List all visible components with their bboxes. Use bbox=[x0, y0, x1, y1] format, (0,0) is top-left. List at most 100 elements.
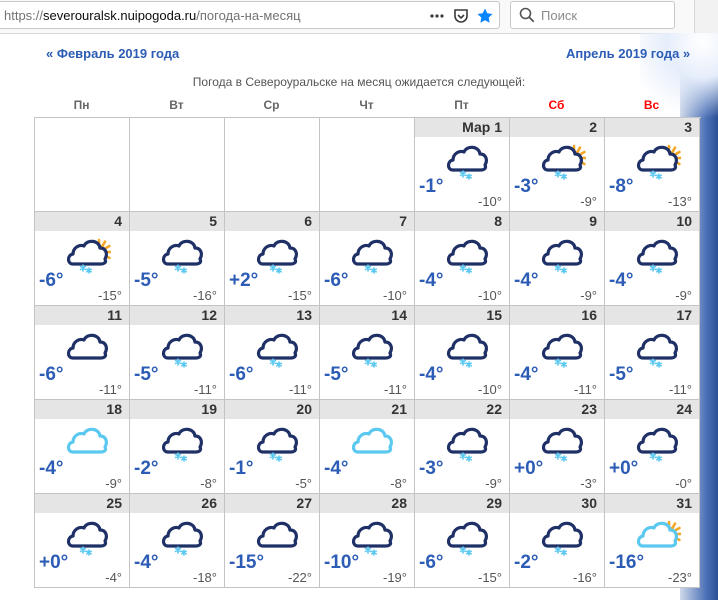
day-number: 18 bbox=[106, 401, 122, 417]
day-number: 17 bbox=[676, 307, 692, 323]
day-cell-header: 31 bbox=[605, 494, 699, 513]
day-temperature: -6° bbox=[39, 364, 64, 385]
day-temperature: -2° bbox=[514, 552, 539, 573]
day-cell: 2 -3° -9° bbox=[510, 118, 605, 212]
day-cell: 15 -4° -10° bbox=[415, 306, 510, 400]
url-text[interactable]: https://severouralsk.nuipogoda.ru/погода… bbox=[4, 8, 301, 23]
day-cell-header: 24 bbox=[605, 400, 699, 419]
day-cell: 18 -4° -9° bbox=[35, 400, 130, 494]
cloud-snow-icon bbox=[158, 516, 206, 556]
day-cell-header: 30 bbox=[510, 494, 604, 513]
day-temperature: -10° bbox=[324, 552, 360, 573]
address-bar[interactable]: https://severouralsk.nuipogoda.ru/погода… bbox=[0, 1, 500, 29]
day-cell: 30 -2° -16° bbox=[510, 494, 605, 588]
day-number: 26 bbox=[201, 495, 217, 511]
day-cell-header: 6 bbox=[225, 212, 319, 231]
cloud-snow-icon bbox=[63, 516, 111, 556]
bookmark-star-icon[interactable] bbox=[476, 7, 494, 25]
cloud-snow-icon bbox=[158, 234, 206, 274]
day-temperature: -4° bbox=[39, 458, 64, 479]
day-cell-header: 18 bbox=[35, 400, 129, 419]
day-cell-header: 10 bbox=[605, 212, 699, 231]
day-number: 29 bbox=[486, 495, 502, 511]
cloud-snow-icon bbox=[158, 422, 206, 462]
cloud-snow-icon bbox=[443, 140, 491, 180]
day-cell: 4 -6° -15° bbox=[35, 212, 130, 306]
day-number: 6 bbox=[304, 213, 312, 229]
day-cell-header: 11 bbox=[35, 306, 129, 325]
weekday-label: Пт bbox=[454, 98, 469, 112]
day-number: 30 bbox=[581, 495, 597, 511]
day-number: 14 bbox=[391, 307, 407, 323]
day-cell: 31 -16° -23° bbox=[605, 494, 700, 588]
day-temperature: -6° bbox=[324, 270, 349, 291]
empty-day-cell bbox=[130, 118, 225, 212]
day-temperature: -6° bbox=[39, 270, 64, 291]
day-cell: 10 -4° -9° bbox=[605, 212, 700, 306]
day-temperature: -4° bbox=[324, 458, 349, 479]
page-actions-icon[interactable] bbox=[428, 7, 446, 25]
day-cell: Мар 1 -1° -10° bbox=[415, 118, 510, 212]
day-cell-header: 3 bbox=[605, 118, 699, 137]
pocket-icon[interactable] bbox=[452, 7, 470, 25]
day-cell: 27 -15° -22° bbox=[225, 494, 320, 588]
cloud-snow-icon bbox=[158, 328, 206, 368]
day-temperature: -6° bbox=[419, 552, 444, 573]
day-temperature: -5° bbox=[134, 270, 159, 291]
day-temperature: -5° bbox=[324, 364, 349, 385]
day-number: 2 bbox=[589, 119, 597, 135]
day-temperature: -15° bbox=[229, 552, 265, 573]
prev-month-link[interactable]: « Февраль 2019 года bbox=[46, 46, 179, 61]
weekday-header: Пн Вт Ср Чт Пт Сб Вс bbox=[34, 98, 700, 114]
night-temperature: -11° bbox=[668, 382, 692, 397]
day-cell-header: 26 bbox=[130, 494, 224, 513]
night-temperature: -9° bbox=[580, 194, 597, 209]
day-number: Мар 1 bbox=[462, 119, 502, 135]
day-cell-header: 9 bbox=[510, 212, 604, 231]
night-temperature: -15° bbox=[478, 570, 502, 585]
night-temperature: -9° bbox=[580, 288, 597, 303]
day-cell: 13 -6° -11° bbox=[225, 306, 320, 400]
cloud-snow-icon bbox=[633, 234, 681, 274]
cloud-snow-icon bbox=[538, 422, 586, 462]
day-cell: 19 -2° -8° bbox=[130, 400, 225, 494]
month-calendar-grid: Мар 1 -1° -10° 2 -3° -9° 3 -8° -13° 4 -6° -15° 5 -5° -… bbox=[34, 117, 701, 588]
day-number: 19 bbox=[201, 401, 217, 417]
cloud-snow-icon bbox=[443, 328, 491, 368]
day-cell: 14 -5° -11° bbox=[320, 306, 415, 400]
sun-cloud-snow-icon bbox=[63, 234, 113, 274]
weekday-label: Вс bbox=[643, 98, 660, 112]
day-cell-header: 23 bbox=[510, 400, 604, 419]
day-cell-header: 29 bbox=[415, 494, 509, 513]
light-cloud-icon bbox=[63, 422, 111, 458]
toolbar-overflow bbox=[694, 0, 718, 33]
night-temperature: -22° bbox=[288, 570, 312, 585]
day-cell: 24 +0° -0° bbox=[605, 400, 700, 494]
cloud-snow-icon bbox=[348, 234, 396, 274]
search-input[interactable]: Поиск bbox=[541, 8, 577, 23]
day-number: 11 bbox=[107, 307, 122, 323]
day-number: 28 bbox=[391, 495, 407, 511]
night-temperature: -13° bbox=[668, 194, 692, 209]
day-number: 15 bbox=[486, 307, 502, 323]
search-bar[interactable]: Поиск bbox=[510, 1, 675, 29]
night-temperature: -11° bbox=[98, 382, 122, 397]
url-path: /погода-на-месяц bbox=[196, 8, 301, 23]
night-temperature: -4° bbox=[105, 570, 122, 585]
cloud-snow-icon bbox=[348, 516, 396, 556]
cloud-icon bbox=[253, 516, 301, 552]
day-cell-header: 13 bbox=[225, 306, 319, 325]
day-number: 4 bbox=[114, 213, 122, 229]
sun-light-cloud-icon bbox=[633, 516, 683, 552]
day-cell: 16 -4° -11° bbox=[510, 306, 605, 400]
day-cell: 3 -8° -13° bbox=[605, 118, 700, 212]
day-cell: 6 +2° -15° bbox=[225, 212, 320, 306]
day-cell-header: 12 bbox=[130, 306, 224, 325]
day-temperature: -4° bbox=[514, 364, 539, 385]
day-temperature: +0° bbox=[39, 552, 69, 573]
day-cell-header: 5 bbox=[130, 212, 224, 231]
day-temperature: -8° bbox=[609, 176, 634, 197]
night-temperature: -8° bbox=[200, 476, 217, 491]
next-month-link[interactable]: Апрель 2019 года » bbox=[566, 46, 690, 61]
day-temperature: -4° bbox=[514, 270, 539, 291]
